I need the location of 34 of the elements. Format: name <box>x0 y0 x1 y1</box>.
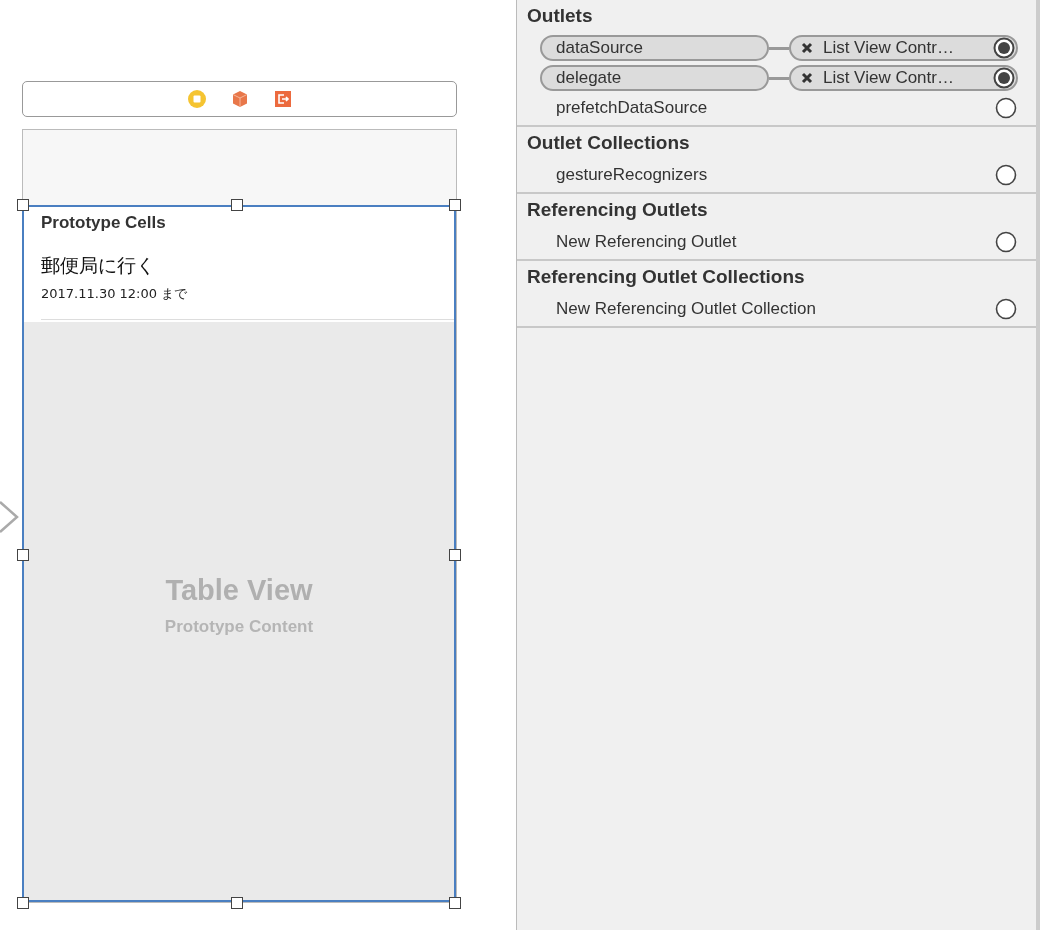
placeholder-title: Table View <box>165 574 313 607</box>
connected-circle-icon[interactable] <box>993 37 1015 59</box>
section-title: Outlets <box>526 4 594 28</box>
empty-circle-icon[interactable] <box>995 231 1017 253</box>
close-icon[interactable] <box>800 72 813 84</box>
section-title: Outlet Collections <box>526 131 691 155</box>
resize-handle[interactable] <box>17 897 29 909</box>
resize-handle[interactable] <box>231 199 243 211</box>
connection-target[interactable]: List View Contr… <box>788 35 1018 61</box>
resize-handle[interactable] <box>449 199 461 211</box>
connected-circle-icon[interactable] <box>993 67 1015 89</box>
resize-handle[interactable] <box>231 897 243 909</box>
connection-target[interactable]: List View Contr… <box>788 65 1018 91</box>
close-icon[interactable] <box>800 42 813 54</box>
empty-circle-icon[interactable] <box>995 164 1017 186</box>
empty-circle-icon[interactable] <box>995 298 1017 320</box>
outlet-name: New Referencing Outlet Collection <box>555 299 817 319</box>
outlet-name: prefetchDataSource <box>555 98 709 118</box>
resize-handle[interactable] <box>449 549 461 561</box>
outlet-name: gestureRecognizers <box>555 165 709 185</box>
table-cell[interactable]: 郵便局に行く 2017.11.30 12:00 まで <box>41 253 454 320</box>
section-title: Referencing Outlets <box>526 198 709 222</box>
outlet-name: delegate <box>540 65 770 91</box>
resize-handle[interactable] <box>17 199 29 211</box>
outlet-name: dataSource <box>540 35 770 61</box>
section-title: Referencing Outlet Collections <box>526 265 806 289</box>
cell-subtitle: 2017.11.30 12:00 まで <box>41 285 189 303</box>
section-header: Prototype Cells <box>41 213 167 233</box>
exit-icon[interactable] <box>272 89 293 109</box>
empty-circle-icon[interactable] <box>995 97 1017 119</box>
outlet-name: New Referencing Outlet <box>555 232 738 252</box>
resize-handle[interactable] <box>449 897 461 909</box>
cell-title: 郵便局に行く <box>41 253 156 278</box>
resize-handle[interactable] <box>17 549 29 561</box>
